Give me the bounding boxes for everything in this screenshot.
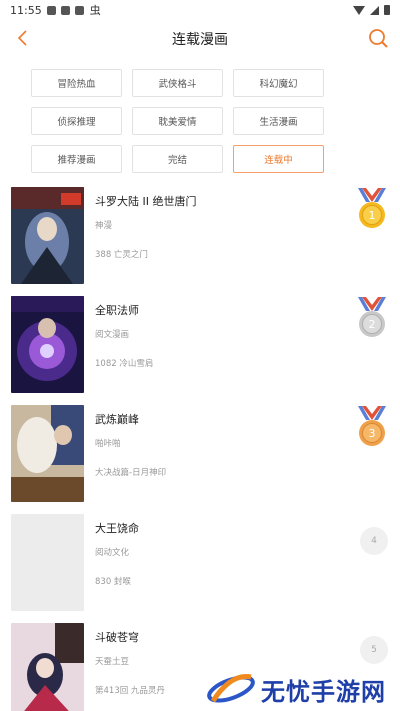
comic-title: 斗罗大陆 II 绝世唐门 <box>95 195 197 208</box>
medal-rank: 1 <box>369 209 376 222</box>
list-item[interactable]: 大王饶命 阅动文化 830 封喉 4 <box>0 511 400 611</box>
watermark-logo-icon <box>207 674 255 703</box>
comic-cover-placeholder <box>11 514 84 611</box>
bronze-medal-icon: 3 <box>358 406 386 446</box>
comic-title: 斗破苍穹 <box>95 631 139 644</box>
comic-author: 天蚕土豆 <box>95 657 130 667</box>
medal-rank: 3 <box>369 427 376 440</box>
status-time: 11:55 <box>10 3 42 17</box>
rank-badge: 4 <box>360 527 388 555</box>
medal-rank: 2 <box>369 318 376 331</box>
silver-medal-icon: 2 <box>358 297 386 337</box>
signal-icon <box>370 5 379 15</box>
comic-latest-chapter: 1082 冷山雪肩 <box>95 359 154 369</box>
search-icon[interactable] <box>366 26 390 50</box>
watermark: 无忧手游网 <box>205 670 400 708</box>
comic-author: 阅动文化 <box>95 548 130 558</box>
comic-title: 大王饶命 <box>95 522 139 535</box>
category-button[interactable]: 侦探推理 <box>31 107 122 135</box>
notification-icon <box>60 5 70 15</box>
category-button[interactable]: 推荐漫画 <box>31 145 122 173</box>
debug-icon: 虫 <box>89 4 101 17</box>
comic-author: 阅文漫画 <box>95 330 130 340</box>
wifi-icon <box>353 5 365 15</box>
watermark-text: 无忧手游网 <box>261 677 386 706</box>
comic-latest-chapter: 830 封喉 <box>95 577 131 587</box>
rank-badge: 5 <box>360 636 388 664</box>
list-item[interactable]: 斗罗大陆 II 绝世唐门 神漫 388 亡灵之门 1 <box>0 184 400 284</box>
category-button[interactable]: 生活漫画 <box>233 107 324 135</box>
comic-title: 武炼巅峰 <box>95 413 139 426</box>
comic-latest-chapter: 大决战篇-日月神印 <box>95 468 167 478</box>
notification-icon <box>46 5 56 15</box>
app-header: 连载漫画 <box>0 20 400 56</box>
category-button[interactable]: 冒险热血 <box>31 69 122 97</box>
comic-author: 神漫 <box>95 221 113 231</box>
gold-medal-icon: 1 <box>358 188 386 228</box>
page-title: 连载漫画 <box>172 32 228 48</box>
category-button-selected[interactable]: 连载中 <box>233 145 324 173</box>
category-button[interactable]: 完结 <box>132 145 223 173</box>
comic-latest-chapter: 第413回 九品灵丹 <box>95 686 165 696</box>
comic-title: 全职法师 <box>95 304 139 317</box>
notification-icon <box>74 5 84 15</box>
comic-cover-image <box>11 623 84 711</box>
list-item[interactable]: 武炼巅峰 啪咔啪 大决战篇-日月神印 3 <box>0 402 400 502</box>
category-button[interactable]: 耽美爱情 <box>132 107 223 135</box>
comic-latest-chapter: 388 亡灵之门 <box>95 250 148 260</box>
status-indicators <box>353 5 390 15</box>
comic-cover-image <box>11 405 84 502</box>
list-item[interactable]: 全职法师 阅文漫画 1082 冷山雪肩 2 <box>0 293 400 393</box>
battery-icon <box>384 5 390 15</box>
status-bar: 11:55 虫 <box>0 0 400 20</box>
category-button[interactable]: 武侠格斗 <box>132 69 223 97</box>
category-button[interactable]: 科幻魔幻 <box>233 69 324 97</box>
comic-cover-image <box>11 187 84 284</box>
comic-cover-image <box>11 296 84 393</box>
comic-author: 啪咔啪 <box>95 439 121 449</box>
